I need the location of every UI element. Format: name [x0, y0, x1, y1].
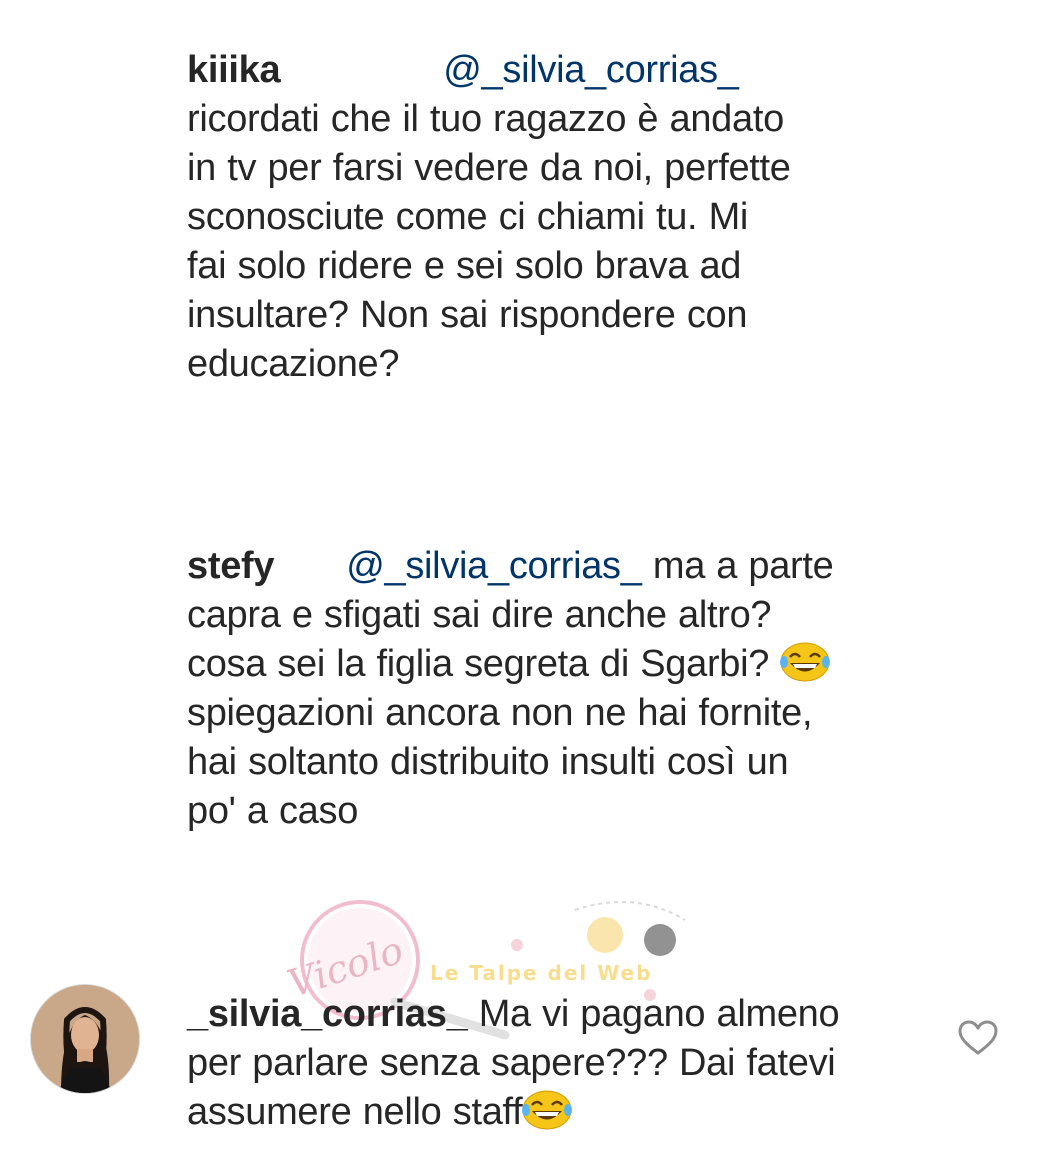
comment-username[interactable]: kiiika — [187, 49, 281, 91]
mention-link[interactable]: @_silvia_corrias_ — [346, 545, 642, 587]
face-with-tears-of-joy-icon — [522, 1090, 573, 1130]
comment-silvia-corrias: _silvia_corrias_ Ma vi pagano almeno per… — [187, 990, 907, 1137]
comment-text-line: ricordati che il tuo ragazzo è andato — [187, 98, 784, 140]
comment-text-line: assumere nello staff — [187, 1091, 523, 1133]
comment-text-line: Ma vi pagano almeno — [478, 993, 840, 1035]
avatar[interactable] — [30, 984, 140, 1094]
mention-link[interactable]: @_silvia_corrias_ — [443, 49, 739, 91]
comment-text-line: fai solo ridere e sei solo brava ad — [187, 245, 742, 287]
comment-text-line: ma a parte — [652, 545, 834, 587]
svg-text:Le Talpe del Web: Le Talpe del Web — [430, 961, 652, 985]
comment-text-line: per parlare senza sapere??? Dai fatevi — [187, 1042, 836, 1084]
comment-text-line: educazione? — [187, 343, 400, 385]
comment-text-line: hai soltanto distribuito insulti così un — [187, 741, 789, 783]
comment-text-line: sconosciute come ci chiami tu. Mi — [187, 196, 749, 238]
comment-kiiika: kiiika @_silvia_corrias_ ricordati che il… — [187, 46, 907, 389]
comment-username[interactable]: _silvia_corrias_ — [187, 993, 468, 1035]
comment-text-line: spiegazioni ancora non ne hai fornite, — [187, 692, 813, 734]
face-with-tears-of-joy-icon — [780, 642, 831, 682]
comment-text-line: cosa sei la figlia segreta di Sgarbi? — [187, 643, 770, 685]
comment-stefy: stefy @_silvia_corrias_ ma a parte capra … — [187, 542, 907, 836]
comment-text-line: po' a caso — [187, 790, 359, 832]
profile-photo — [31, 985, 139, 1093]
comment-text-line: insultare? Non sai rispondere con — [187, 294, 748, 336]
comment-text-line: in tv per farsi vedere da noi, perfette — [187, 147, 791, 189]
comment-text-line: capra e sfigati sai dire anche altro? — [187, 594, 772, 636]
comment-username[interactable]: stefy — [187, 545, 275, 587]
heart-outline-icon[interactable] — [958, 1020, 998, 1056]
